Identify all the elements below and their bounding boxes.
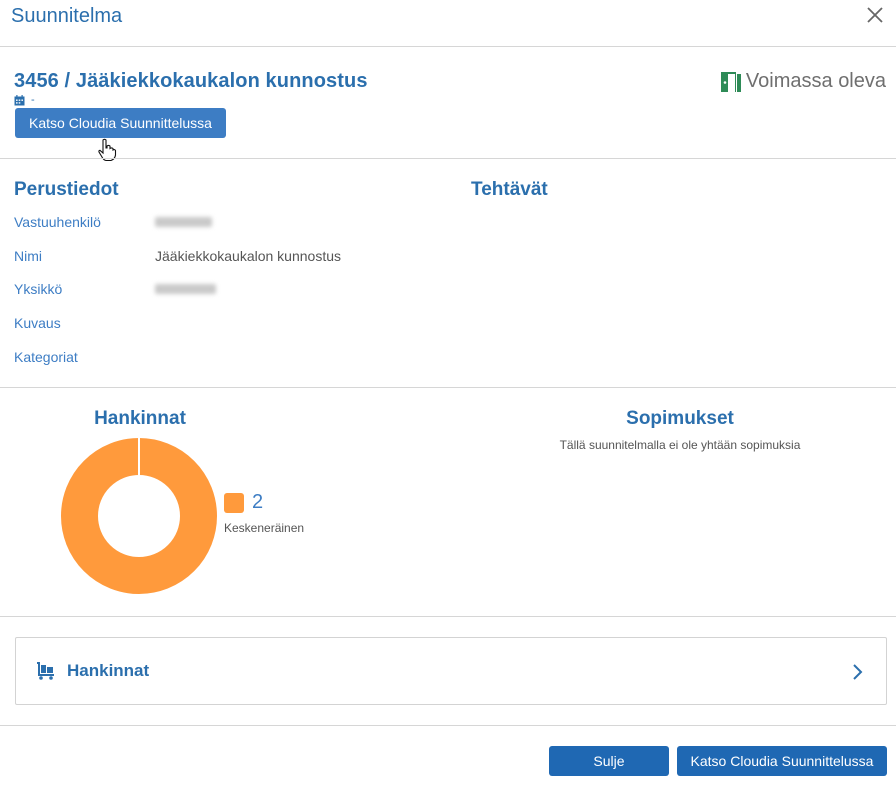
field-value-name: Jääkiekkokaukalon kunnostus: [155, 248, 342, 264]
plan-date: -: [14, 94, 35, 106]
field-label-name: Nimi: [14, 248, 42, 264]
basic-info-title: Perustiedot: [14, 179, 119, 200]
dialog-header: Suunnitelma: [0, 0, 896, 47]
responsible-value-redacted: [155, 217, 212, 227]
divider: [0, 725, 896, 726]
close-button[interactable]: Sulje: [549, 746, 669, 776]
divider: [0, 616, 896, 617]
purchases-chart-title: Hankinnat: [94, 408, 186, 429]
field-label-responsible: Vastuuhenkilö: [14, 214, 101, 230]
field-label-categories: Kategoriat: [14, 349, 78, 365]
unit-value-redacted: [155, 284, 216, 294]
chevron-right-icon: [853, 664, 863, 680]
purchases-donut-chart: [61, 438, 217, 594]
purchases-cart-icon: [37, 662, 54, 680]
contracts-empty-message: Tällä suunnitelmalla ei ole yhtään sopim…: [559, 438, 801, 452]
field-label-description: Kuvaus: [14, 315, 61, 331]
door-icon: [720, 71, 741, 92]
open-in-cloudia-button[interactable]: Katso Cloudia Suunnittelussa: [15, 108, 226, 138]
divider: [0, 158, 896, 159]
divider: [0, 387, 896, 388]
status-badge: Voimassa oleva: [720, 70, 886, 93]
purchases-accordion-label: Hankinnat: [67, 661, 150, 680]
purchases-accordion[interactable]: Hankinnat: [15, 637, 887, 705]
status-label: Voimassa oleva: [745, 70, 886, 92]
field-label-unit: Yksikkö: [14, 281, 63, 297]
contracts-title: Sopimukset: [626, 408, 734, 429]
tasks-title: Tehtävät: [471, 179, 548, 200]
legend-label: Keskeneräinen: [224, 521, 305, 535]
plan-title: 3456 / Jääkiekkokaukalon kunnostus: [14, 70, 368, 92]
legend-count: 2: [252, 491, 264, 513]
dialog-title: Suunnitelma: [11, 5, 123, 27]
legend-swatch: [224, 493, 244, 513]
plan-date-value: -: [31, 94, 35, 106]
open-in-cloudia-footer-button[interactable]: Katso Cloudia Suunnittelussa: [677, 746, 887, 776]
close-icon[interactable]: [864, 4, 886, 26]
calendar-icon: [14, 94, 25, 105]
